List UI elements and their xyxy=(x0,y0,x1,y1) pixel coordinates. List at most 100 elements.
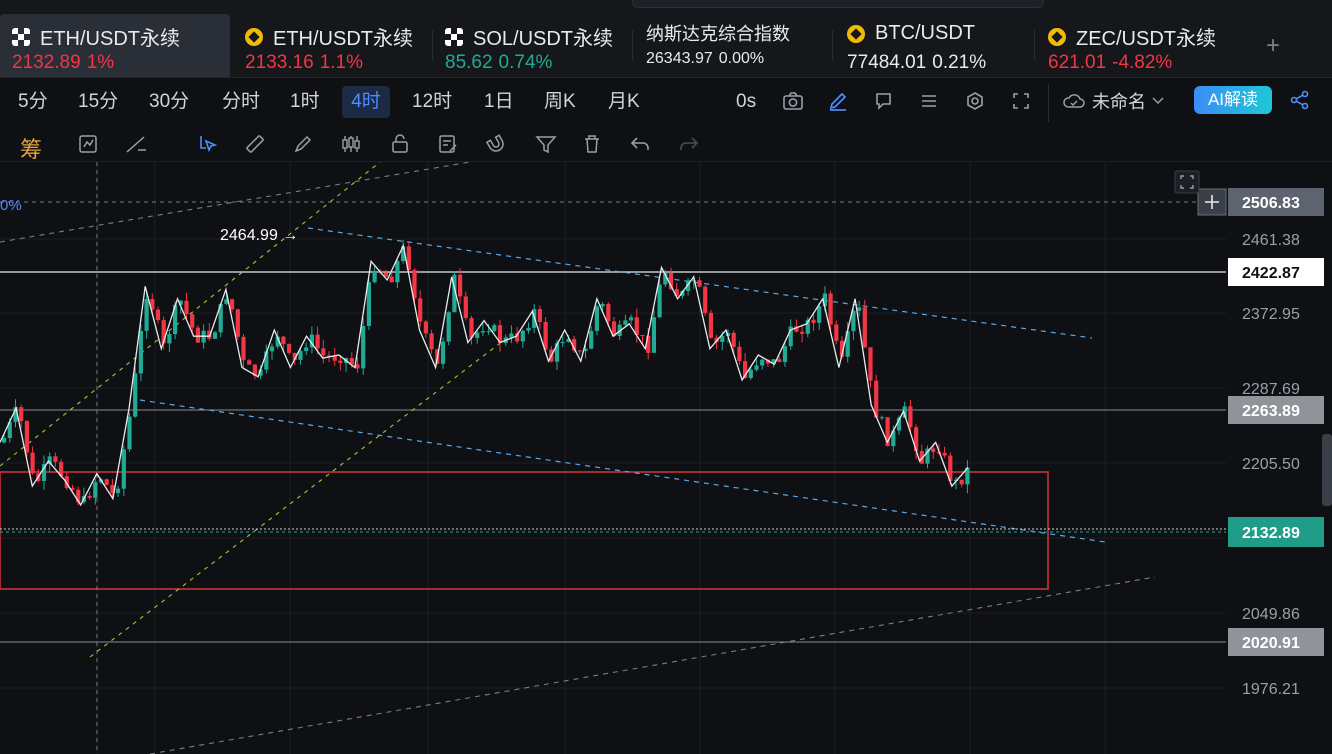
candle-body xyxy=(862,307,867,348)
note-icon[interactable] xyxy=(872,90,894,112)
settings-icon[interactable] xyxy=(964,90,986,112)
candle-body xyxy=(389,276,394,283)
fullscreen-icon[interactable] xyxy=(1010,90,1032,112)
ticker-tab-zec-perp[interactable]: ZEC/USDT永续 621.01 -4.82% xyxy=(1036,14,1236,76)
magnet-icon[interactable] xyxy=(484,132,508,156)
camera-icon[interactable] xyxy=(782,90,804,112)
candle-body xyxy=(304,347,309,352)
trendline-tool-icon[interactable] xyxy=(124,132,148,156)
interval-5m[interactable]: 5分 xyxy=(14,86,52,118)
ticker-change: 1.1% xyxy=(319,52,363,73)
candle-body xyxy=(321,348,326,356)
ticker-tab-sol-perp[interactable]: SOL/USDT永续 85.62 0.74% xyxy=(433,14,633,76)
layout-selector[interactable]: 未命名 xyxy=(1062,88,1164,114)
candle-body xyxy=(2,437,7,443)
candle-body xyxy=(24,420,29,453)
interval-12h[interactable]: 12时 xyxy=(408,86,456,118)
candle-body xyxy=(87,495,92,498)
candle-body xyxy=(577,350,582,352)
candle-body xyxy=(731,332,736,347)
binance-icon xyxy=(1048,27,1066,46)
expand-icon[interactable] xyxy=(1174,170,1200,194)
trash-icon[interactable] xyxy=(580,132,604,156)
candle-body xyxy=(235,309,240,337)
interval-4h[interactable]: 4时 xyxy=(342,86,390,118)
ticker-tab-btc[interactable]: BTC/USDT 77484.01 0.21% xyxy=(835,14,1035,76)
tab-separator xyxy=(832,30,833,60)
chip-distribution-button[interactable]: 筹 xyxy=(20,132,42,164)
ticker-change: 1% xyxy=(86,52,115,73)
add-tab-button[interactable]: + xyxy=(1266,32,1280,60)
interval-30m[interactable]: 30分 xyxy=(145,86,193,118)
ticker-change: 0.74% xyxy=(498,52,553,73)
top-search-strip[interactable] xyxy=(632,0,1044,8)
price-chart[interactable]: 2464.99 → 0% 2461.38 2372.95 2287.69 220… xyxy=(0,162,1332,754)
y-tick-label: 1976.21 xyxy=(1242,681,1300,698)
interval-1d[interactable]: 1日 xyxy=(480,86,518,118)
candle-body xyxy=(19,407,24,421)
candle-body xyxy=(93,482,98,498)
candle-body xyxy=(760,359,765,366)
edit-list-icon[interactable] xyxy=(436,132,460,156)
interval-15m[interactable]: 15分 xyxy=(74,86,122,118)
ticker-tab-nasdaq[interactable]: 纳斯达克综合指数 26343.97 0.00% xyxy=(634,14,834,76)
candle-body xyxy=(629,317,634,321)
ticker-name: 纳斯达克综合指数 xyxy=(646,24,790,44)
candle-body xyxy=(657,284,662,318)
candle-body xyxy=(361,325,366,369)
countdown-label[interactable]: 0s xyxy=(732,86,760,118)
candle-body xyxy=(315,334,320,349)
resistance-price-label: 2422.87 xyxy=(1242,265,1300,282)
candle-body xyxy=(782,346,788,362)
candle-body xyxy=(800,331,805,334)
ticker-tab-bar: ETH/USDT永续 2132.89 1% ETH/USDT永续 2133.16 1… xyxy=(0,0,1332,78)
candle-body xyxy=(560,341,565,344)
candle-body xyxy=(868,347,873,381)
candle-body xyxy=(857,307,862,311)
y-tick-label: 2372.95 xyxy=(1242,306,1300,323)
candle-body xyxy=(429,333,434,350)
y-tick-label: 2205.50 xyxy=(1242,456,1300,473)
ticker-price: 26343.97 xyxy=(646,50,713,67)
candle-body xyxy=(133,373,138,417)
ai-analysis-button[interactable]: AI解读 xyxy=(1194,86,1272,114)
candle-body xyxy=(931,448,936,452)
pencil-icon[interactable] xyxy=(827,90,849,112)
candle-body xyxy=(458,274,463,297)
crosshair-add-button[interactable] xyxy=(1197,188,1227,216)
candle-body xyxy=(737,346,742,362)
candles-icon[interactable] xyxy=(339,132,363,156)
replay-icon[interactable] xyxy=(76,132,100,156)
share-icon[interactable] xyxy=(1289,89,1311,111)
candle-body xyxy=(754,365,759,370)
interval-timeshare[interactable]: 分时 xyxy=(218,86,264,118)
ticker-price: 621.01 xyxy=(1048,52,1107,73)
interval-week[interactable]: 周K xyxy=(540,86,580,118)
candle-body xyxy=(480,331,485,333)
side-panel-handle[interactable] xyxy=(1322,434,1332,506)
list-icon[interactable] xyxy=(918,90,940,112)
interval-month[interactable]: 月K xyxy=(604,86,644,118)
candle-body xyxy=(53,456,58,462)
chart-plot-area[interactable] xyxy=(0,162,1226,754)
cursor-tool-icon[interactable] xyxy=(196,132,220,156)
high-annotation: 2464.99 → xyxy=(220,227,298,244)
candle-body xyxy=(520,330,525,342)
ticker-tab-eth-perp[interactable]: ETH/USDT永续 2132.89 1% xyxy=(0,14,230,77)
ticker-tab-eth-perp-binance[interactable]: ETH/USDT永续 2133.16 1.1% xyxy=(233,14,433,76)
filter-icon[interactable] xyxy=(534,132,558,156)
candle-body xyxy=(589,330,594,349)
candle-body xyxy=(138,330,143,374)
interval-1h[interactable]: 1时 xyxy=(286,86,324,118)
unlock-icon[interactable] xyxy=(388,132,412,156)
candle-body xyxy=(423,321,428,334)
undo-icon[interactable] xyxy=(628,132,652,156)
redo-icon[interactable] xyxy=(677,132,701,156)
ruler-icon[interactable] xyxy=(243,132,267,156)
candle-body xyxy=(167,334,172,344)
candle-body xyxy=(190,314,195,328)
ticker-price: 2133.16 xyxy=(245,52,314,73)
brush-icon[interactable] xyxy=(291,132,315,156)
candle-body xyxy=(127,416,132,450)
candle-body xyxy=(959,479,964,485)
